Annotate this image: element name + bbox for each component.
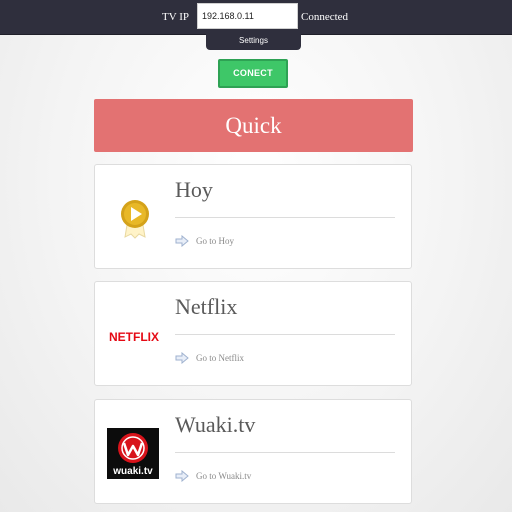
go-to-wuaki-link[interactable]: Go to Wuaki.tv [175, 469, 251, 483]
arrow-right-icon [175, 352, 189, 364]
link-text: Go to Wuaki.tv [196, 471, 252, 481]
tv-ip-label: TV IP [162, 11, 189, 23]
card-title: Wuaki.tv [175, 412, 256, 437]
netflix-logo: NETFLIX [109, 330, 159, 344]
link-text: Go to Netflix [196, 353, 244, 363]
go-to-hoy-link[interactable]: Go to Hoy [175, 234, 234, 248]
divider [175, 452, 395, 453]
link-text: Go to Hoy [196, 236, 234, 246]
netflix-logo-text: NETFLIX [109, 330, 159, 344]
app-card-netflix[interactable]: NETFLIX Netflix Go to Netflix [94, 281, 412, 386]
top-bar: TV IP Connected [0, 0, 512, 35]
wuaki-logo: wuaki.tv [107, 428, 159, 479]
settings-tab[interactable]: Settings [206, 32, 301, 50]
divider [175, 217, 395, 218]
hoy-play-icon [121, 200, 149, 239]
card-title: Hoy [175, 177, 213, 202]
ip-input[interactable] [197, 3, 298, 29]
go-to-netflix-link[interactable]: Go to Netflix [175, 351, 244, 365]
app-card-wuaki[interactable]: wuaki.tv Wuaki.tv Go to Wuaki.tv [94, 399, 412, 504]
connect-button[interactable]: CONECT [218, 59, 288, 88]
app-card-hoy[interactable]: Hoy Go to Hoy [94, 164, 412, 269]
wuaki-logo-text: wuaki.tv [112, 466, 153, 477]
arrow-right-icon [175, 470, 189, 482]
connection-status: Connected [301, 11, 349, 23]
divider [175, 334, 395, 335]
arrow-right-icon [175, 235, 189, 247]
quick-banner: Quick [94, 99, 413, 152]
card-title: Netflix [175, 294, 238, 319]
